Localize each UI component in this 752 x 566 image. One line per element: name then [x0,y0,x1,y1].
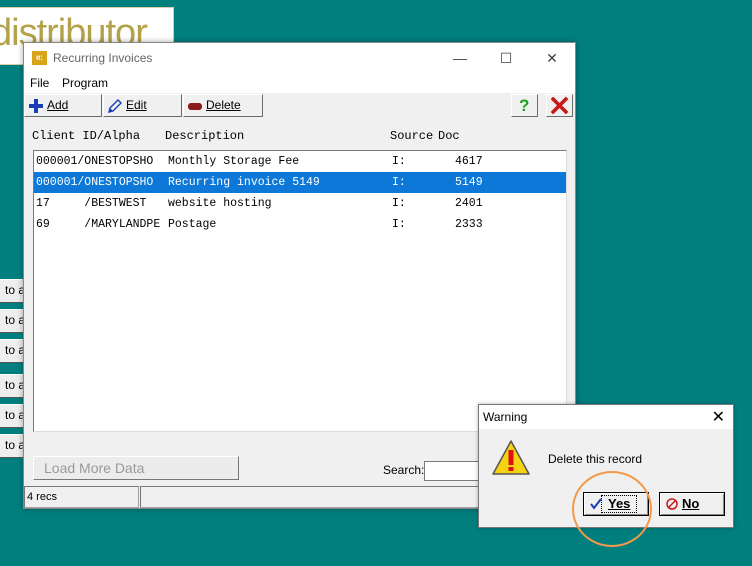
red-x-icon [551,97,568,114]
background-button[interactable]: to a [0,339,24,363]
background-button[interactable]: to a [0,309,24,333]
help-button[interactable]: ? [511,94,538,117]
eraser-icon [188,103,202,110]
dialog-title-bar[interactable]: Warning ✕ [479,405,733,429]
dialog-close-button[interactable]: ✕ [712,407,725,427]
column-header-source[interactable]: Source [390,129,433,143]
minimize-button[interactable]: — [437,43,483,73]
plus-icon [29,99,43,113]
record-count: 4 recs [24,486,139,508]
invoice-list[interactable]: 000001/ONESTOPSHO Monthly Storage Fee I:… [33,150,567,432]
background-button[interactable]: to a [0,374,24,398]
background-button[interactable]: to a [0,434,24,458]
help-icon: ? [519,96,530,115]
close-button[interactable]: ✕ [529,43,575,73]
delete-button[interactable]: Delete [183,94,263,117]
column-header-doc[interactable]: Doc [438,129,460,143]
no-sign-icon [666,498,678,510]
table-row-selected[interactable]: 000001/ONESTOPSHO Recurring invoice 5149… [34,172,566,193]
table-row[interactable]: 000001/ONESTOPSHO Monthly Storage Fee I:… [34,151,566,172]
search-label: Search: [383,463,425,477]
title-bar[interactable]: e: Recurring Invoices — ☐ ✕ [24,43,575,73]
highlight-circle-annotation [572,471,652,547]
column-header-description[interactable]: Description [165,129,244,143]
pencil-icon [108,99,122,113]
load-more-button[interactable]: Load More Data [33,456,239,480]
maximize-button[interactable]: ☐ [483,43,529,73]
no-button[interactable]: No [659,492,725,516]
dialog-message: Delete this record [548,452,643,466]
menu-bar: File Program [24,73,575,93]
window-title: Recurring Invoices [53,51,153,65]
menu-program[interactable]: Program [62,76,108,90]
edit-button[interactable]: Edit [103,94,182,117]
add-button[interactable]: Add [24,94,102,117]
app-icon: e: [32,51,47,65]
table-row[interactable]: 69 /MARYLANDPE Postage I: 2333 [34,214,566,235]
column-header-client[interactable]: Client ID/Alpha [32,129,140,143]
exit-button[interactable] [546,94,573,117]
warning-icon [492,440,530,475]
toolbar: Add Edit Delete ? [24,93,575,118]
table-row[interactable]: 17 /BESTWEST website hosting I: 2401 [34,193,566,214]
background-button[interactable]: to a [0,279,24,303]
dialog-title: Warning [483,410,528,424]
menu-file[interactable]: File [30,76,49,90]
background-button[interactable]: to a [0,404,24,428]
